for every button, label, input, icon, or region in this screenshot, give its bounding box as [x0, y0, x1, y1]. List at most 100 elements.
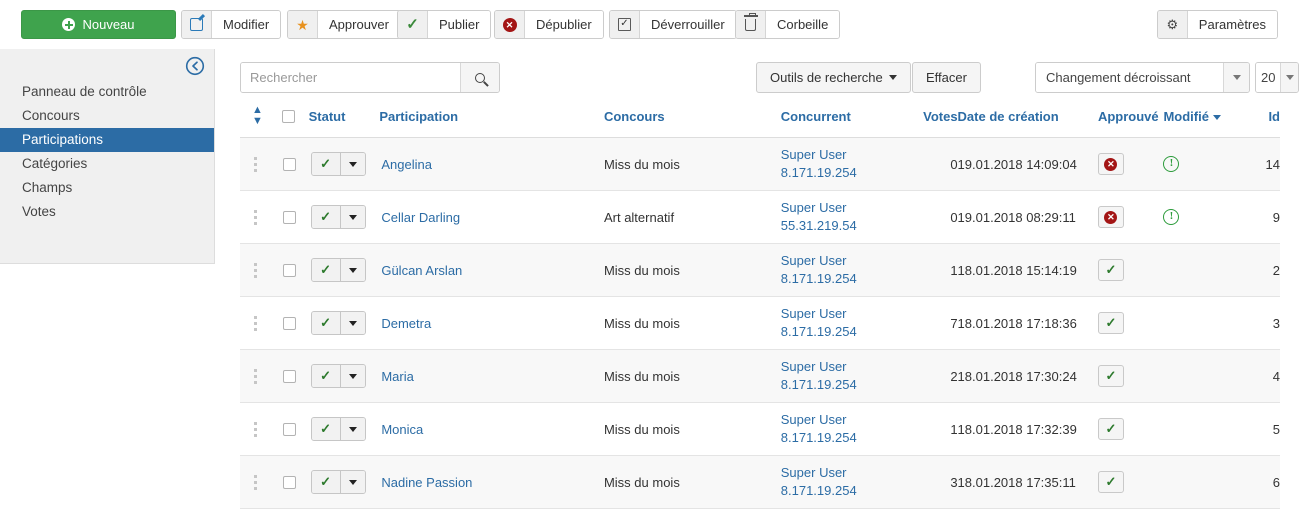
participation-link[interactable]: Maria [381, 369, 414, 384]
status-check-icon[interactable]: ✓ [311, 312, 341, 334]
row-drag-handle[interactable] [240, 349, 273, 403]
row-checkbox[interactable] [283, 422, 297, 436]
sidebar-item-panneau-de-controle[interactable]: Panneau de contrôle [0, 80, 214, 104]
select-all-checkbox[interactable] [282, 109, 296, 123]
status-dropdown-toggle[interactable] [340, 471, 365, 493]
approved-no-button[interactable]: ✕ [1097, 206, 1124, 228]
competitor-ip-link[interactable]: 55.31.219.54 [781, 217, 899, 235]
row-checkbox[interactable] [283, 369, 297, 383]
row-drag-handle[interactable] [240, 296, 273, 350]
header-status[interactable]: Statut [308, 105, 380, 138]
row-drag-handle[interactable] [240, 137, 273, 191]
row-drag-handle[interactable] [240, 190, 273, 244]
status-split-button[interactable]: ✓ [310, 364, 366, 388]
header-contest[interactable]: Concours [603, 105, 781, 138]
header-id[interactable]: Id [1238, 105, 1280, 138]
search-input[interactable] [241, 63, 460, 92]
status-dropdown-toggle[interactable] [340, 312, 365, 334]
status-check-icon[interactable]: ✓ [311, 365, 341, 387]
row-checkbox[interactable] [283, 210, 297, 224]
status-dropdown-toggle[interactable] [340, 153, 365, 175]
header-ordering[interactable]: ▲ ▼ [240, 105, 273, 138]
competitor-name-link[interactable]: Super User [781, 464, 899, 482]
status-check-icon[interactable]: ✓ [311, 418, 341, 440]
header-competitor[interactable]: Concurrent [780, 105, 899, 138]
sidebar-item-categories[interactable]: Catégories [0, 152, 214, 176]
sidebar-item-votes[interactable]: Votes [0, 200, 214, 224]
header-votes[interactable]: Votes [898, 105, 958, 138]
competitor-name-link[interactable]: Super User [781, 305, 899, 323]
status-dropdown-toggle[interactable] [340, 206, 365, 228]
status-split-button[interactable]: ✓ [310, 258, 366, 282]
participation-link[interactable]: Angelina [381, 157, 432, 172]
competitor-name-link[interactable]: Super User [781, 411, 899, 429]
row-select-cell[interactable] [272, 137, 309, 191]
sidebar-item-participations[interactable]: Participations [0, 128, 214, 152]
status-split-button[interactable]: ✓ [310, 470, 366, 494]
row-checkbox[interactable] [283, 316, 297, 330]
row-select-cell[interactable] [272, 296, 309, 350]
sidebar-item-champs[interactable]: Champs [0, 176, 214, 200]
participation-link[interactable]: Gülcan Arslan [381, 263, 462, 278]
settings-button[interactable]: ⚙ Paramètres [1156, 10, 1278, 39]
competitor-ip-link[interactable]: 8.171.19.254 [781, 323, 899, 341]
approve-button[interactable]: ★ Approuver [287, 10, 401, 39]
search-button[interactable] [460, 63, 499, 92]
competitor-name-link[interactable]: Super User [781, 146, 899, 164]
clear-button[interactable]: Effacer [912, 62, 981, 93]
participation-link[interactable]: Nadine Passion [381, 475, 472, 490]
limit-select[interactable]: 20 [1255, 62, 1299, 93]
status-check-icon[interactable]: ✓ [311, 153, 341, 175]
unpublish-button[interactable]: ✕ Dépublier [494, 10, 604, 39]
participation-link[interactable]: Cellar Darling [381, 210, 460, 225]
approved-yes-button[interactable]: ✓ [1097, 418, 1124, 440]
status-split-button[interactable]: ✓ [310, 205, 366, 229]
competitor-ip-link[interactable]: 8.171.19.254 [781, 429, 899, 447]
header-approved[interactable]: Approuvé [1097, 105, 1164, 138]
new-button[interactable]: Nouveau [21, 10, 176, 39]
sidebar-item-concours[interactable]: Concours [0, 104, 214, 128]
status-dropdown-toggle[interactable] [340, 259, 365, 281]
header-participation[interactable]: Participation [379, 105, 604, 138]
competitor-ip-link[interactable]: 8.171.19.254 [781, 164, 899, 182]
header-created[interactable]: Date de création [957, 105, 1098, 138]
header-modified[interactable]: Modifié [1163, 105, 1239, 138]
row-select-cell[interactable] [272, 190, 309, 244]
row-select-cell[interactable] [272, 349, 309, 403]
competitor-ip-link[interactable]: 8.171.19.254 [781, 482, 899, 500]
sort-select[interactable]: Changement décroissant [1035, 62, 1250, 93]
header-select-all[interactable] [272, 105, 309, 138]
row-drag-handle[interactable] [240, 243, 273, 297]
competitor-ip-link[interactable]: 8.171.19.254 [781, 270, 899, 288]
competitor-ip-link[interactable]: 8.171.19.254 [781, 376, 899, 394]
row-drag-handle[interactable] [240, 402, 273, 456]
arrow-left-circle-icon[interactable] [184, 55, 206, 77]
modified-warning-icon[interactable]: ! [1163, 209, 1180, 225]
competitor-name-link[interactable]: Super User [781, 199, 899, 217]
row-checkbox[interactable] [283, 475, 297, 489]
status-check-icon[interactable]: ✓ [311, 206, 341, 228]
participation-link[interactable]: Demetra [381, 316, 431, 331]
row-checkbox[interactable] [283, 157, 297, 171]
edit-button[interactable]: Modifier [181, 10, 282, 39]
approved-no-button[interactable]: ✕ [1097, 153, 1124, 175]
trash-button[interactable]: Corbeille [735, 10, 841, 39]
approved-yes-button[interactable]: ✓ [1097, 471, 1124, 493]
unlock-button[interactable]: ✓ Déverrouiller [609, 10, 737, 39]
status-split-button[interactable]: ✓ [310, 417, 366, 441]
approved-yes-button[interactable]: ✓ [1097, 365, 1124, 387]
publish-button[interactable]: ✓ Publier [397, 10, 492, 39]
row-select-cell[interactable] [272, 402, 309, 456]
row-checkbox[interactable] [283, 263, 297, 277]
competitor-name-link[interactable]: Super User [781, 252, 899, 270]
participation-link[interactable]: Monica [381, 422, 423, 437]
status-check-icon[interactable]: ✓ [311, 471, 341, 493]
competitor-name-link[interactable]: Super User [781, 358, 899, 376]
row-select-cell[interactable] [272, 455, 309, 509]
modified-warning-icon[interactable]: ! [1163, 156, 1180, 172]
status-dropdown-toggle[interactable] [340, 365, 365, 387]
status-split-button[interactable]: ✓ [310, 152, 366, 176]
search-tools-button[interactable]: Outils de recherche [756, 62, 911, 93]
row-drag-handle[interactable] [240, 455, 273, 509]
row-select-cell[interactable] [272, 243, 309, 297]
